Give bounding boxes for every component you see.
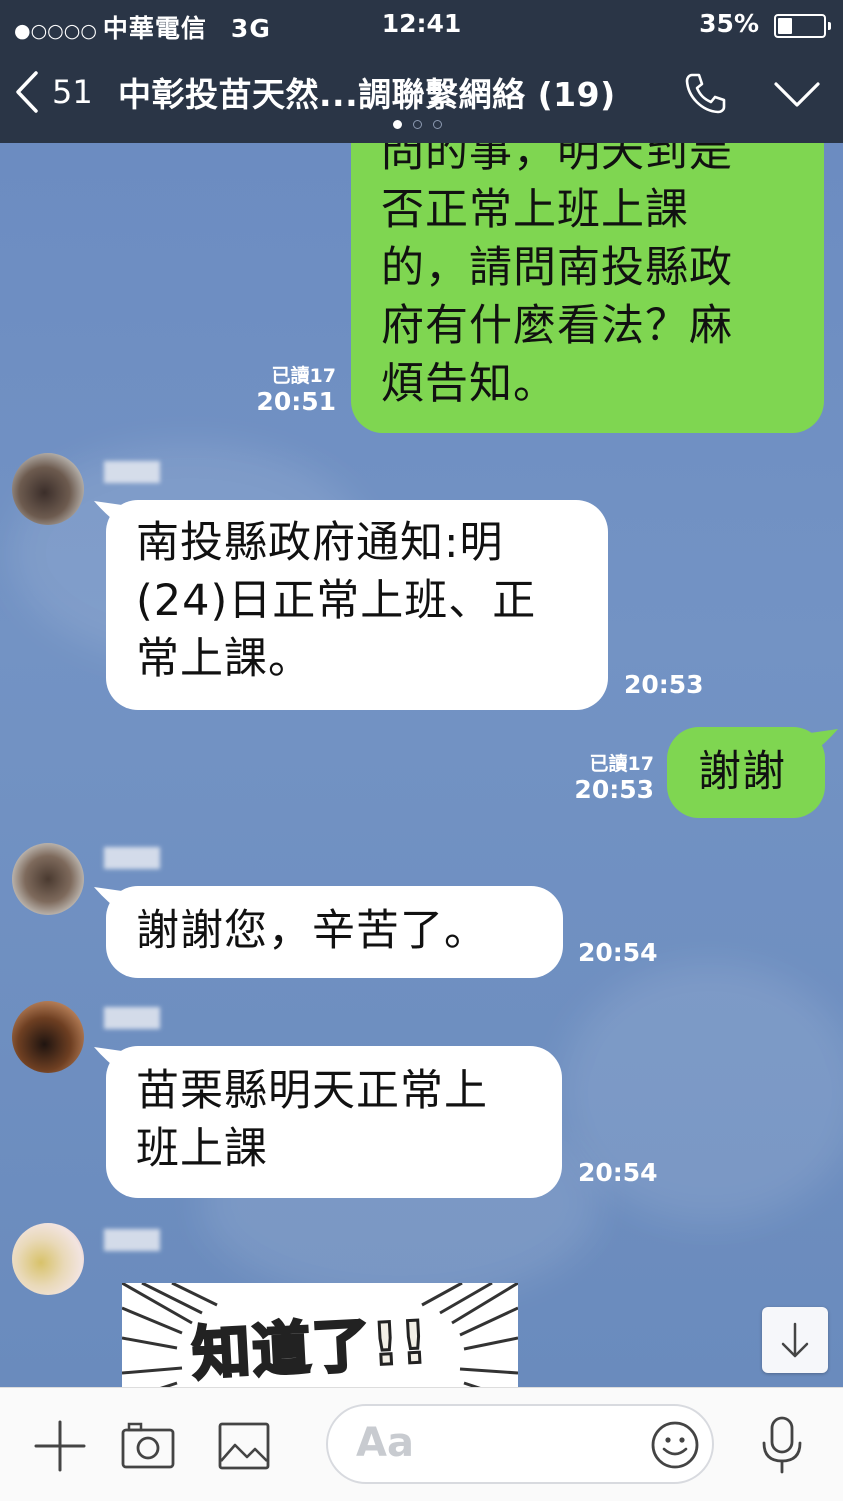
incoming-message-bubble[interactable]: 謝謝您，辛苦了。 <box>106 886 563 978</box>
sender-name <box>104 461 160 483</box>
page-dot <box>413 120 422 129</box>
microphone-icon[interactable] <box>760 1415 804 1475</box>
chat-area[interactable]: 問的事，明天到是 否正常上班上課 的，請問南投縣政 府有什麼看法？麻 煩告知。 … <box>0 143 843 1387</box>
message-line: 苗栗縣明天正常上 <box>136 1066 488 1116</box>
avatar[interactable] <box>12 453 84 525</box>
emoji-icon[interactable] <box>650 1420 700 1470</box>
sender-name <box>104 847 160 869</box>
input-placeholder: Aa <box>356 1420 414 1466</box>
sender-name <box>104 1229 160 1251</box>
sender-name <box>104 1007 160 1029</box>
chat-title[interactable]: 中彰投苗天然...調聯繫網絡 (19) <box>118 68 616 116</box>
page-indicator <box>393 120 442 129</box>
avatar[interactable] <box>12 1223 84 1295</box>
plus-icon[interactable] <box>32 1418 88 1474</box>
avatar[interactable] <box>12 1001 84 1073</box>
battery-percent: 35% <box>699 9 759 38</box>
message-time: 20:54 <box>578 1158 658 1187</box>
scroll-to-bottom-button[interactable] <box>762 1307 828 1373</box>
chevron-left-icon <box>16 71 38 113</box>
page-dot <box>433 120 442 129</box>
unread-count: 51 <box>52 73 93 111</box>
incoming-message-bubble[interactable]: 苗栗縣明天正常上 班上課 <box>106 1046 562 1198</box>
message-line: 府有什麼看法？麻 <box>381 301 733 351</box>
message-line: 南投縣政府通知:明 <box>136 518 504 568</box>
chevron-down-icon[interactable] <box>772 72 822 116</box>
message-line: 問的事，明天到是 <box>381 143 733 177</box>
message-time: 20:53 <box>624 670 704 699</box>
bubble-tail <box>810 729 838 755</box>
sticker-text: 知道了!! <box>189 1306 432 1387</box>
incoming-message-bubble[interactable]: 南投縣政府通知:明 (24)日正常上班、正 常上課。 <box>106 500 608 710</box>
camera-icon[interactable] <box>120 1421 176 1471</box>
phone-icon[interactable] <box>682 70 728 116</box>
sticker-image[interactable]: 知道了!! <box>122 1283 518 1387</box>
message-meta: 已讀17 20:51 <box>240 365 336 417</box>
message-input[interactable]: Aa <box>326 1404 714 1484</box>
message-line: 謝謝 <box>698 747 786 797</box>
read-receipt: 已讀17 <box>271 365 336 387</box>
page-dot <box>393 120 402 129</box>
my-message-bubble[interactable]: 謝謝 <box>667 727 825 818</box>
message-line: 班上課 <box>136 1124 268 1174</box>
chat-header: 51 中彰投苗天然...調聯繫網絡 (19) <box>0 48 843 143</box>
message-line: 常上課。 <box>136 634 312 684</box>
message-time: 20:53 <box>574 775 654 804</box>
avatar[interactable] <box>12 843 84 915</box>
image-icon[interactable] <box>217 1421 271 1471</box>
message-line: 的，請問南投縣政 <box>381 243 733 293</box>
battery-icon <box>774 14 831 38</box>
message-time: 20:54 <box>578 938 658 967</box>
input-bar: Aa <box>0 1387 843 1501</box>
back-button[interactable]: 51 <box>12 64 93 120</box>
message-line: 否正常上班上課 <box>381 185 689 235</box>
read-receipt: 已讀17 <box>589 753 654 775</box>
message-line: 謝謝您，辛苦了。 <box>136 906 488 956</box>
message-line: 煩告知。 <box>381 359 557 409</box>
message-time: 20:51 <box>256 387 336 416</box>
status-bar: ●○○○○ 中華電信 3G 12:41 35% <box>0 0 843 48</box>
my-message-bubble[interactable]: 問的事，明天到是 否正常上班上課 的，請問南投縣政 府有什麼看法？麻 煩告知。 <box>351 143 824 433</box>
message-meta: 已讀17 20:53 <box>560 753 654 805</box>
top-bar: ●○○○○ 中華電信 3G 12:41 35% 51 中彰投苗天然...調聯繫網絡 … <box>0 0 843 143</box>
message-line: (24)日正常上班、正 <box>136 576 537 626</box>
arrow-down-icon <box>781 1322 809 1358</box>
